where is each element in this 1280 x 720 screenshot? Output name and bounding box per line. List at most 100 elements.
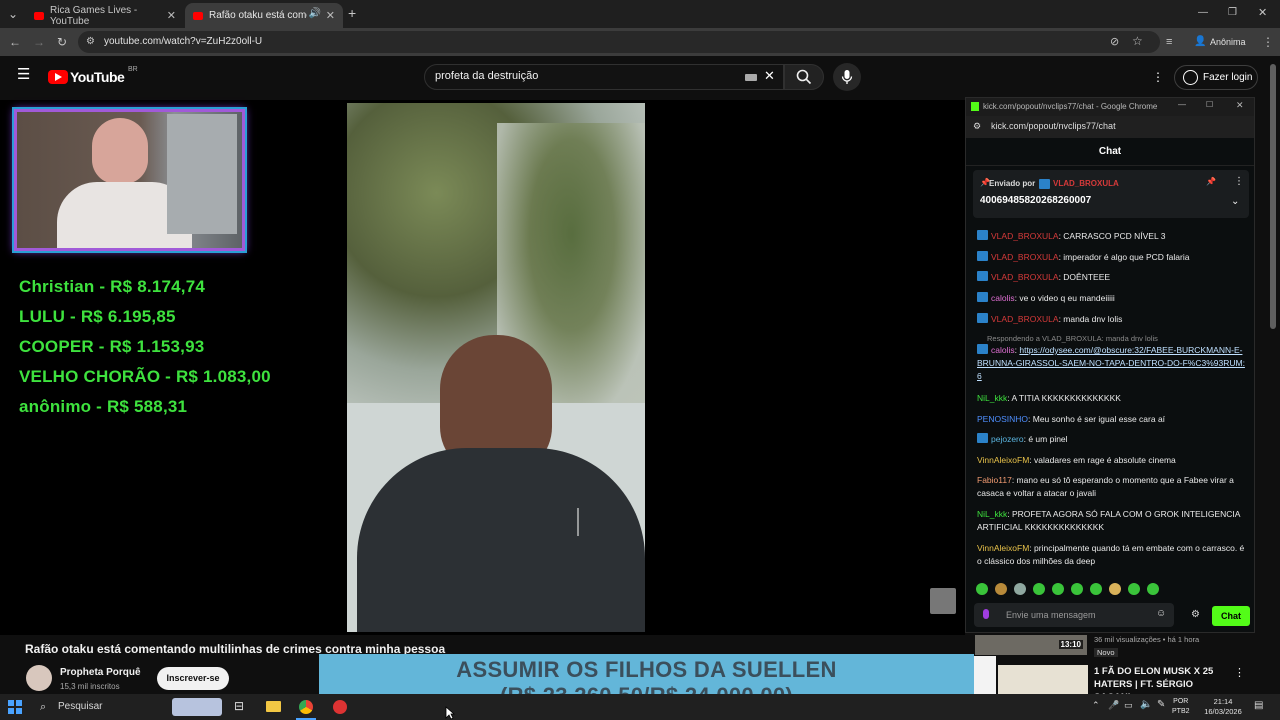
taskbar-search[interactable]: ⌕ Pesquisar bbox=[32, 697, 222, 717]
chat-text: : DOÊNTEEE bbox=[1058, 272, 1111, 282]
chat-username[interactable]: VinnAleixoFM bbox=[977, 455, 1029, 465]
settings-more-icon[interactable]: ⋮ bbox=[1152, 70, 1164, 84]
taskbar-app-icon[interactable] bbox=[333, 700, 347, 714]
search-button[interactable] bbox=[784, 64, 824, 90]
chat-send-button[interactable]: Chat bbox=[1212, 606, 1250, 626]
tray-mic-icon[interactable]: 🎤 bbox=[1108, 700, 1119, 711]
microphone-icon bbox=[841, 70, 853, 84]
chat-username[interactable]: NiL_kkk bbox=[977, 509, 1007, 519]
emote-icon[interactable] bbox=[1109, 583, 1121, 595]
related-more-icon[interactable]: ⋮ bbox=[1234, 666, 1245, 679]
channel-name[interactable]: Propheta Porquê bbox=[60, 667, 141, 678]
emote-icon[interactable] bbox=[1014, 583, 1026, 595]
emote-icon[interactable] bbox=[995, 583, 1007, 595]
minimize-window-icon[interactable]: — bbox=[1198, 6, 1208, 20]
chat-username[interactable]: Fabio117 bbox=[977, 475, 1012, 485]
pinned-message[interactable]: 📌 Enviado por VLAD_BROXULA 📌 ⋮ 400694858… bbox=[973, 170, 1249, 218]
back-icon[interactable]: ← bbox=[9, 35, 21, 49]
keyboard-icon[interactable] bbox=[745, 74, 757, 81]
close-tab-icon[interactable]: ✕ bbox=[326, 9, 335, 22]
notifications-icon[interactable]: ▤ bbox=[1254, 700, 1263, 711]
tray-display-icon[interactable]: ▭ bbox=[1124, 700, 1133, 711]
tab-rica-games[interactable]: Rica Games Lives - YouTube ✕ bbox=[26, 3, 184, 28]
close-window-icon[interactable]: ✕ bbox=[1258, 6, 1267, 20]
file-explorer-icon[interactable] bbox=[266, 701, 281, 712]
input-language[interactable]: POR PTB2 bbox=[1172, 697, 1190, 717]
reload-icon[interactable]: ↻ bbox=[57, 35, 67, 49]
chat-username[interactable]: VLAD_BROXULA bbox=[991, 231, 1059, 241]
task-view-icon[interactable]: ⊟ bbox=[234, 699, 244, 713]
media-controls-icon[interactable]: ≡ bbox=[1166, 35, 1172, 49]
emote-icon[interactable] bbox=[976, 583, 988, 595]
bookmark-star-icon[interactable]: ☆ bbox=[1132, 34, 1143, 48]
emote-icon[interactable] bbox=[1033, 583, 1045, 595]
incognito-label[interactable]: Anônima bbox=[1210, 37, 1246, 47]
region-code: BR bbox=[128, 66, 138, 73]
tray-volume-icon[interactable]: 🔈 bbox=[1140, 699, 1152, 710]
clear-search-icon[interactable]: ✕ bbox=[764, 68, 775, 84]
popout-title: kick.com/popout/nvclips77/chat - Google … bbox=[983, 102, 1158, 111]
related-video-thumbnail[interactable]: 13:10 bbox=[975, 635, 1087, 655]
tray-chevron-icon[interactable]: ⌃ bbox=[1092, 700, 1100, 711]
close-tab-icon[interactable]: ✕ bbox=[167, 9, 176, 22]
popout-close-icon[interactable]: ✕ bbox=[1236, 100, 1244, 111]
login-button[interactable]: Fazer login bbox=[1174, 65, 1258, 90]
tab-active-video[interactable]: Rafão otaku está comentan 🔊 ✕ bbox=[185, 3, 343, 28]
moderator-badge-icon bbox=[977, 251, 988, 261]
chat-username[interactable]: pejozero bbox=[991, 434, 1024, 444]
chat-username[interactable]: calolis bbox=[991, 345, 1015, 355]
voice-search-button[interactable] bbox=[833, 63, 861, 91]
pin-toggle-icon[interactable]: 📌 bbox=[1206, 177, 1216, 186]
taskbar-clock[interactable]: 21:14 16/03/2026 bbox=[1198, 697, 1248, 717]
forward-icon[interactable]: → bbox=[33, 35, 45, 49]
chat-message: VLAD_BROXULA: manda dnv lolis bbox=[977, 313, 1247, 326]
browser-tab-bar: ⌄ Rica Games Lives - YouTube ✕ Rafão ota… bbox=[0, 0, 1280, 28]
related-video-thumbnail[interactable] bbox=[998, 665, 1088, 697]
emoji-picker-icon[interactable]: ☺ bbox=[1156, 608, 1166, 619]
emote-icon[interactable] bbox=[1090, 583, 1102, 595]
eye-off-icon[interactable]: ⊘ bbox=[1110, 35, 1119, 49]
kick-chat-popout-window: kick.com/popout/nvclips77/chat - Google … bbox=[965, 97, 1255, 633]
chat-username[interactable]: VinnAleixoFM bbox=[977, 543, 1029, 553]
chrome-icon[interactable] bbox=[299, 700, 313, 714]
site-settings-icon[interactable]: ⚙ bbox=[973, 121, 981, 132]
subscribe-button[interactable]: Inscrever-se bbox=[157, 667, 229, 690]
chat-username[interactable]: VLAD_BROXULA bbox=[991, 272, 1059, 282]
expand-chevron-icon[interactable]: ⌄ bbox=[1231, 196, 1239, 207]
chat-username[interactable]: calolis bbox=[991, 293, 1015, 303]
donor-entry: LULU - R$ 6.195,85 bbox=[19, 307, 176, 326]
popout-maximize-icon[interactable]: ☐ bbox=[1206, 100, 1213, 109]
emote-icon[interactable] bbox=[1052, 583, 1064, 595]
chat-message-input[interactable]: Envie uma mensagem ☺ bbox=[974, 603, 1174, 627]
page-scrollbar[interactable] bbox=[1270, 64, 1276, 329]
channel-avatar[interactable] bbox=[26, 665, 52, 691]
chat-settings-icon[interactable]: ⚙ bbox=[1191, 609, 1200, 620]
new-badge: Novo bbox=[1094, 648, 1118, 657]
popout-url-bar[interactable]: ⚙ kick.com/popout/nvclips77/chat bbox=[966, 116, 1254, 138]
hamburger-menu-icon[interactable]: ☰ bbox=[17, 67, 30, 82]
taskbar-search-label: Pesquisar bbox=[58, 701, 103, 712]
search-input[interactable]: profeta da destruição ✕ bbox=[424, 64, 784, 90]
emote-icon[interactable] bbox=[1071, 583, 1083, 595]
popout-minimize-icon[interactable]: — bbox=[1178, 100, 1186, 109]
pinned-user[interactable]: VLAD_BROXULA bbox=[1053, 179, 1119, 188]
speaker-icon[interactable]: 🔊 bbox=[309, 8, 321, 19]
browser-menu-icon[interactable]: ⋮ bbox=[1262, 35, 1274, 49]
emote-icon[interactable] bbox=[1128, 583, 1140, 595]
chat-input-placeholder: Envie uma mensagem bbox=[1006, 610, 1096, 620]
url-bar[interactable]: ⚙ youtube.com/watch?v=ZuH2z0oll-U ⊘ ☆ bbox=[78, 31, 1160, 53]
tray-pen-icon[interactable]: ✎ bbox=[1157, 699, 1165, 710]
site-info-icon[interactable]: ⚙ bbox=[86, 35, 95, 49]
chat-username[interactable]: VLAD_BROXULA bbox=[991, 314, 1059, 324]
chat-username[interactable]: VLAD_BROXULA bbox=[991, 252, 1059, 262]
new-tab-icon[interactable]: + bbox=[348, 6, 356, 20]
restore-window-icon[interactable]: ❐ bbox=[1228, 6, 1237, 20]
tab-title: Rafão otaku está comentan bbox=[209, 10, 307, 21]
chat-username[interactable]: NiL_kkk bbox=[977, 393, 1007, 403]
pinned-more-icon[interactable]: ⋮ bbox=[1234, 176, 1244, 187]
chat-username[interactable]: PENOSINHO bbox=[977, 414, 1028, 424]
emote-icon[interactable] bbox=[1147, 583, 1159, 595]
windows-start-icon[interactable] bbox=[8, 700, 22, 714]
tab-search-chevron-icon[interactable]: ⌄ bbox=[8, 7, 18, 21]
microphone-icon[interactable] bbox=[983, 609, 989, 619]
